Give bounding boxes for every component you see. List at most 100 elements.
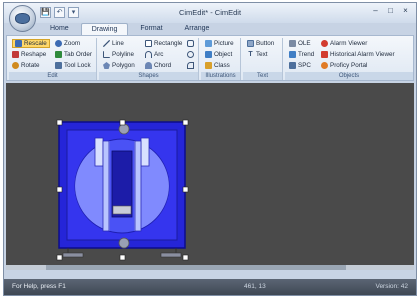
ellipse-icon[interactable] [187, 51, 194, 58]
button-tool-icon [247, 40, 254, 47]
tab-order-button[interactable]: Tab Order [55, 50, 92, 59]
rescale-icon [15, 40, 22, 47]
spc-icon [289, 62, 296, 69]
ole-button[interactable]: OLE [289, 39, 311, 48]
polyline-label: Polyline [112, 51, 135, 58]
text-tool-button[interactable]: T Text [247, 50, 268, 59]
ribbon-group-shapes: Line Rectangle Polyline Arc Polygon Chor… [99, 38, 199, 80]
polygon-button[interactable]: Polygon [103, 61, 135, 70]
pie-icon[interactable] [187, 62, 194, 69]
rounded-rectangle-icon[interactable] [187, 40, 194, 47]
top-bolt-icon [118, 123, 130, 135]
historical-alarm-icon [321, 51, 328, 58]
polygon-label: Polygon [112, 62, 135, 69]
rescale-button[interactable]: Rescale [12, 39, 50, 48]
lock-icon [55, 62, 62, 69]
chord-label: Chord [154, 62, 172, 69]
reshape-button[interactable]: Reshape [12, 50, 46, 59]
group-label-objects: Objects [285, 72, 413, 80]
historical-alarm-viewer-button[interactable]: Historical Alarm Viewer [321, 50, 395, 59]
line-icon [103, 40, 110, 47]
chord-button[interactable]: Chord [145, 61, 171, 70]
group-label-illustrations: Illustrations [201, 72, 240, 80]
alarm-viewer-label: Alarm Viewer [330, 40, 368, 47]
object-label: Object [214, 51, 233, 58]
rotate-button[interactable]: Rotate [12, 61, 40, 70]
tab-format[interactable]: Format [130, 23, 172, 35]
application-menu-button[interactable] [9, 5, 36, 32]
group-label-text: Text [243, 72, 282, 80]
zoom-button[interactable]: Zoom [55, 39, 80, 48]
left-base-foot [62, 252, 84, 258]
handle-middle-left[interactable] [56, 186, 63, 193]
status-coordinates: 461, 13 [244, 283, 266, 290]
handle-bottom-center[interactable] [119, 254, 126, 261]
tool-lock-button[interactable]: Tool Lock [55, 61, 91, 70]
text-tool-label: Text [256, 51, 268, 58]
ribbon: Rescale Zoom Reshape Tab Order Rotate To… [6, 35, 414, 81]
right-piston-upper [140, 137, 150, 167]
trend-label: Trend [298, 51, 315, 58]
handle-top-left[interactable] [56, 119, 63, 126]
handle-bottom-left[interactable] [56, 254, 63, 261]
handle-middle-right[interactable] [182, 186, 189, 193]
drawing-canvas[interactable] [6, 83, 414, 265]
picture-icon [205, 40, 212, 47]
picture-button[interactable]: Picture [205, 39, 234, 48]
object-button[interactable]: Object [205, 50, 232, 59]
rectangle-label: Rectangle [154, 40, 183, 47]
handle-bottom-right[interactable] [182, 254, 189, 261]
canvas-svg [56, 119, 189, 261]
window-controls: – □ × [369, 6, 412, 17]
horizontal-scrollbar[interactable] [6, 265, 414, 270]
polygon-icon [103, 62, 110, 69]
polyline-icon [103, 51, 110, 58]
text-icon: T [248, 51, 253, 58]
arc-button[interactable]: Arc [145, 50, 163, 59]
scrollbar-thumb[interactable] [46, 265, 346, 270]
reshape-icon [12, 51, 19, 58]
rectangle-button[interactable]: Rectangle [145, 39, 182, 48]
ribbon-group-edit: Rescale Zoom Reshape Tab Order Rotate To… [9, 38, 97, 80]
class-icon [205, 62, 212, 69]
alarm-viewer-button[interactable]: Alarm Viewer [321, 39, 367, 48]
proficy-portal-button[interactable]: Proficy Portal [321, 61, 367, 70]
ribbon-group-illustrations: Picture Object Class Illustrations [201, 38, 241, 80]
handle-top-center[interactable] [119, 119, 126, 126]
spc-label: SPC [298, 62, 311, 69]
selected-graphic-object[interactable] [58, 121, 186, 258]
arc-label: Arc [154, 51, 164, 58]
tab-order-icon [55, 51, 62, 58]
status-version: Version: 42 [375, 283, 408, 290]
button-tool-label: Button [256, 40, 275, 47]
left-piston-upper [94, 137, 104, 167]
class-button[interactable]: Class [205, 61, 230, 70]
stem-collar [112, 205, 132, 215]
minimize-button[interactable]: – [369, 6, 382, 17]
window-title: CimEdit* - CimEdit [178, 8, 242, 17]
rotate-label: Rotate [21, 62, 40, 69]
close-button[interactable]: × [399, 6, 412, 17]
tab-home[interactable]: Home [40, 23, 79, 35]
line-button[interactable]: Line [103, 39, 124, 48]
chord-icon [145, 62, 152, 69]
trend-button[interactable]: Trend [289, 50, 314, 59]
right-base-foot [160, 252, 182, 258]
tab-drawing[interactable]: Drawing [80, 23, 129, 35]
group-label-shapes: Shapes [99, 72, 198, 80]
app-window: 💾 ↶ ▾ CimEdit* - CimEdit – □ × Home Draw… [3, 2, 417, 296]
ribbon-tabs: Home Drawing Format Arrange [40, 23, 219, 35]
spc-button[interactable]: SPC [289, 61, 311, 70]
tab-arrange[interactable]: Arrange [175, 23, 220, 35]
trend-icon [289, 51, 296, 58]
portal-icon [321, 62, 328, 69]
maximize-button[interactable]: □ [384, 6, 397, 17]
polyline-button[interactable]: Polyline [103, 50, 134, 59]
tool-lock-label: Tool Lock [64, 62, 91, 69]
tab-order-label: Tab Order [64, 51, 92, 58]
status-help-text: For Help, press F1 [12, 283, 66, 290]
handle-top-right[interactable] [182, 119, 189, 126]
reshape-label: Reshape [21, 51, 47, 58]
picture-label: Picture [214, 40, 234, 47]
button-tool-button[interactable]: Button [247, 39, 274, 48]
